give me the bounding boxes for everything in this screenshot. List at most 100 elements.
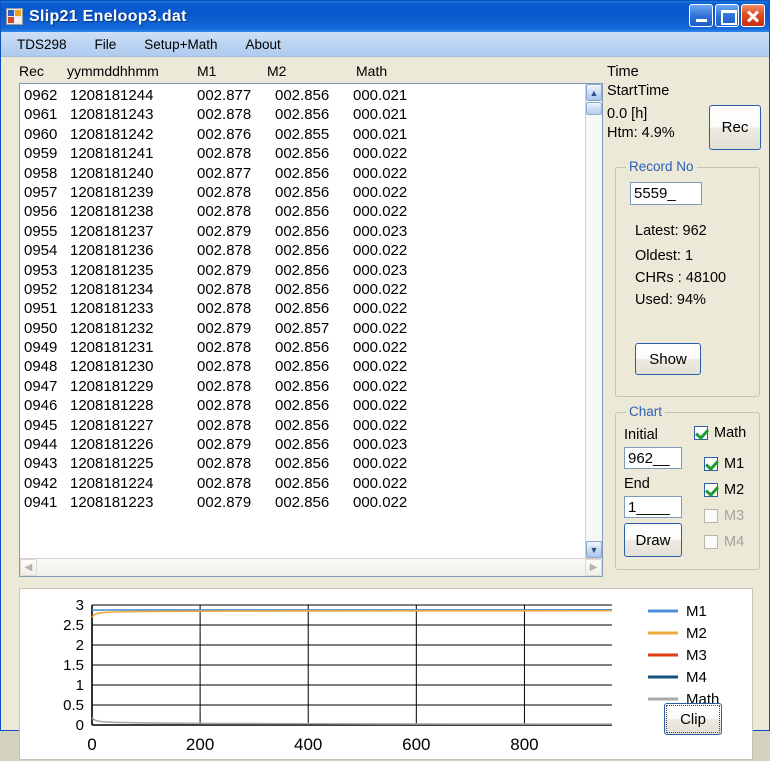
- table-row[interactable]: 09421208181224002.878002.856000.022: [22, 474, 585, 493]
- table-row[interactable]: 09461208181228002.878002.856000.022: [22, 396, 585, 415]
- cell-rec: 0957: [24, 183, 57, 202]
- checkbox-row-m3: M3: [704, 508, 744, 524]
- y-axis-tick-label: 2: [76, 637, 84, 654]
- data-list-rows[interactable]: 09621208181244002.877002.856000.02109611…: [20, 84, 585, 558]
- table-row[interactable]: 09611208181243002.878002.856000.021: [22, 105, 585, 124]
- cell-m2: 002.856: [275, 435, 329, 454]
- cell-rec: 0951: [24, 299, 57, 318]
- y-axis-tick-label: 3: [76, 597, 84, 614]
- table-row[interactable]: 09451208181227002.878002.856000.022: [22, 416, 585, 435]
- scroll-left-icon[interactable]: ◀: [20, 559, 37, 576]
- cell-math: 000.023: [353, 261, 407, 280]
- cell-date: 1208181241: [70, 144, 153, 163]
- checkbox-row-m1[interactable]: M1: [704, 456, 744, 472]
- cell-rec: 0949: [24, 338, 57, 357]
- cell-math: 000.022: [353, 299, 407, 318]
- table-row[interactable]: 09621208181244002.877002.856000.021: [22, 86, 585, 105]
- cell-rec: 0952: [24, 280, 57, 299]
- table-row[interactable]: 09561208181238002.878002.856000.022: [22, 202, 585, 221]
- oldest-record-label: Oldest: 1: [635, 248, 693, 264]
- menu-item-about[interactable]: About: [245, 37, 280, 52]
- chart-group: Chart Initial 962__ End 1____ Draw Math …: [615, 412, 760, 570]
- menu-item-setup-math[interactable]: Setup+Math: [144, 37, 217, 52]
- cell-rec: 0953: [24, 261, 57, 280]
- table-row[interactable]: 09551208181237002.879002.856000.023: [22, 222, 585, 241]
- app-icon: [6, 8, 23, 25]
- table-row[interactable]: 09441208181226002.879002.856000.023: [22, 435, 585, 454]
- client-area: Rec yymmddhhmm M1 M2 Math 09621208181244…: [1, 57, 769, 730]
- initial-input[interactable]: 962__: [624, 447, 682, 469]
- title-bar: Slip21 Eneloop3.dat: [1, 1, 769, 32]
- cell-rec: 0961: [24, 105, 57, 124]
- table-row[interactable]: 09541208181236002.878002.856000.022: [22, 241, 585, 260]
- menu-item-file[interactable]: File: [95, 37, 117, 52]
- cell-m1: 002.879: [197, 493, 251, 512]
- table-row[interactable]: 09471208181229002.878002.856000.022: [22, 377, 585, 396]
- table-row[interactable]: 09571208181239002.878002.856000.022: [22, 183, 585, 202]
- table-row[interactable]: 09601208181242002.876002.855000.021: [22, 125, 585, 144]
- cell-m2: 002.856: [275, 280, 329, 299]
- vertical-scrollbar-thumb[interactable]: [586, 102, 602, 115]
- cell-rec: 0948: [24, 357, 57, 376]
- draw-button[interactable]: Draw: [624, 523, 682, 557]
- cell-m2: 002.856: [275, 222, 329, 241]
- cell-m1: 002.878: [197, 241, 251, 260]
- used-percent-label: Used: 94%: [635, 292, 706, 308]
- table-row[interactable]: 09581208181240002.877002.856000.022: [22, 164, 585, 183]
- table-row[interactable]: 09431208181225002.878002.856000.022: [22, 454, 585, 473]
- checkbox-m1-label: M1: [724, 456, 744, 472]
- horizontal-scrollbar[interactable]: ◀ ▶: [20, 558, 602, 576]
- cell-math: 000.022: [353, 396, 407, 415]
- table-row[interactable]: 09501208181232002.879002.857000.022: [22, 319, 585, 338]
- end-input[interactable]: 1____: [624, 496, 682, 518]
- checkbox-math[interactable]: [694, 426, 708, 440]
- table-row[interactable]: 09591208181241002.878002.856000.022: [22, 144, 585, 163]
- cell-math: 000.023: [353, 222, 407, 241]
- minimize-icon[interactable]: [689, 4, 713, 27]
- cell-math: 000.021: [353, 105, 407, 124]
- scroll-right-icon[interactable]: ▶: [585, 559, 602, 576]
- x-axis-tick-label: 800: [510, 735, 538, 754]
- x-axis-tick-label: 0: [87, 735, 96, 754]
- checkbox-m1[interactable]: [704, 457, 718, 471]
- y-axis-tick-label: 1: [76, 677, 84, 694]
- cell-m2: 002.856: [275, 377, 329, 396]
- cell-m1: 002.878: [197, 299, 251, 318]
- data-list[interactable]: 09621208181244002.877002.856000.02109611…: [19, 83, 603, 577]
- clip-button[interactable]: Clip: [664, 703, 722, 735]
- y-axis-tick-label: 2.5: [63, 617, 84, 634]
- initial-label: Initial: [624, 427, 658, 443]
- table-row[interactable]: 09521208181234002.878002.856000.022: [22, 280, 585, 299]
- chrs-label: CHRs : 48100: [635, 270, 726, 286]
- close-icon[interactable]: [741, 4, 765, 27]
- table-row[interactable]: 09411208181223002.879002.856000.022: [22, 493, 585, 512]
- cell-rec: 0956: [24, 202, 57, 221]
- maximize-icon[interactable]: [715, 4, 739, 27]
- checkbox-m2[interactable]: [704, 483, 718, 497]
- checkbox-row-math[interactable]: Math: [694, 425, 746, 441]
- cell-rec: 0958: [24, 164, 57, 183]
- cell-m1: 002.879: [197, 222, 251, 241]
- cell-math: 000.022: [353, 474, 407, 493]
- checkbox-row-m2[interactable]: M2: [704, 482, 744, 498]
- table-row[interactable]: 09511208181233002.878002.856000.022: [22, 299, 585, 318]
- checkbox-m4: [704, 535, 718, 549]
- cell-m1: 002.879: [197, 261, 251, 280]
- scroll-down-icon[interactable]: ▼: [586, 541, 602, 558]
- scroll-up-icon[interactable]: ▲: [586, 84, 602, 101]
- cell-rec: 0960: [24, 125, 57, 144]
- table-row[interactable]: 09531208181235002.879002.856000.023: [22, 261, 585, 280]
- legend-label-m1: M1: [686, 603, 707, 620]
- cell-date: 1208181224: [70, 474, 153, 493]
- menu-item-tds298[interactable]: TDS298: [17, 37, 67, 52]
- record-no-input[interactable]: 5559_: [630, 182, 702, 205]
- cell-math: 000.021: [353, 125, 407, 144]
- cell-date: 1208181229: [70, 377, 153, 396]
- show-button[interactable]: Show: [635, 343, 701, 375]
- table-row[interactable]: 09481208181230002.878002.856000.022: [22, 357, 585, 376]
- vertical-scrollbar[interactable]: ▲ ▼: [585, 84, 602, 558]
- x-axis-tick-label: 200: [186, 735, 214, 754]
- column-header-rec: Rec: [19, 63, 44, 79]
- rec-button[interactable]: Rec: [709, 105, 761, 150]
- table-row[interactable]: 09491208181231002.878002.856000.022: [22, 338, 585, 357]
